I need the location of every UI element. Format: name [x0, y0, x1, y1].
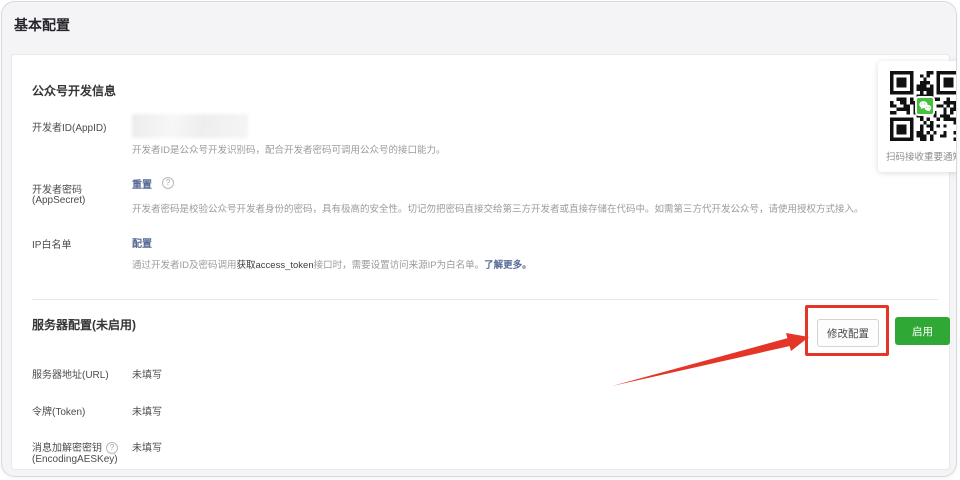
- learn-more-link[interactable]: 了解更多。: [484, 260, 532, 271]
- help-icon[interactable]: ?: [162, 177, 174, 189]
- appid-value-redacted: [132, 114, 248, 138]
- appsecret-label: 开发者密码: [32, 181, 82, 196]
- modify-config-button[interactable]: 修改配置: [817, 319, 879, 347]
- server-url-value: 未填写: [132, 366, 162, 381]
- section-divider: [32, 299, 938, 300]
- section-title-dev-info: 公众号开发信息: [32, 82, 116, 99]
- page-title: 基本配置: [14, 15, 70, 35]
- ip-desc-access-token: 获取access_token: [237, 260, 314, 271]
- appsecret-desc: 开发者密码是校验公众号开发者身份的密码，具有极高的安全性。切记勿把密码直接交给第…: [132, 201, 864, 215]
- basic-config-window: 基本配置 公众号开发信息 开发者ID(AppID) 开发者ID是公众号开发识别码…: [1, 1, 957, 477]
- aeskey-label-en: (EncodingAESKey): [32, 454, 118, 465]
- aeskey-value: 未填写: [132, 439, 162, 454]
- token-label: 令牌(Token): [32, 403, 85, 418]
- appsecret-reset-link[interactable]: 重置: [132, 176, 152, 191]
- ip-configure-link[interactable]: 配置: [132, 235, 152, 250]
- enable-button[interactable]: 启用: [895, 317, 950, 345]
- section-title-server-config: 服务器配置(未启用): [32, 316, 136, 333]
- ip-whitelist-desc: 通过开发者ID及密码调用获取access_token接口时，需要设置访问来源IP…: [132, 257, 532, 271]
- appid-desc: 开发者ID是公众号开发识别码，配合开发者密码可调用公众号的接口能力。: [132, 142, 446, 156]
- ip-desc-suffix: 接口时，需要设置访问来源IP为白名单。: [314, 260, 484, 271]
- ip-desc-prefix: 通过开发者ID及密码调用: [132, 260, 237, 271]
- qr-caption: 扫码接收重要通知: [886, 149, 957, 163]
- qr-panel: 扫码接收重要通知: [878, 61, 957, 172]
- wechat-logo-icon: [915, 96, 935, 116]
- ip-whitelist-label: IP白名单: [32, 236, 71, 251]
- appsecret-label-en: (AppSecret): [32, 195, 85, 206]
- aeskey-label: 消息加解密密钥?: [32, 439, 118, 454]
- token-value: 未填写: [132, 403, 162, 418]
- server-url-label: 服务器地址(URL): [32, 366, 109, 381]
- appid-label: 开发者ID(AppID): [32, 119, 106, 134]
- help-icon[interactable]: ?: [106, 442, 118, 454]
